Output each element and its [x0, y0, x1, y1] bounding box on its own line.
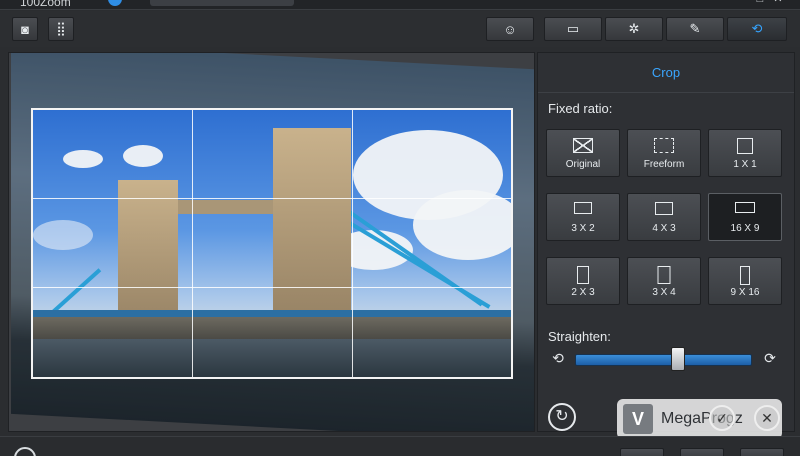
ratio-3x4-icon: [657, 266, 671, 284]
edit-icon: ✎: [689, 21, 701, 36]
camera-icon: ◙: [21, 21, 29, 37]
crop-gridline: [352, 110, 353, 377]
title-search-field[interactable]: [150, 0, 294, 6]
photo-cloud: [33, 220, 93, 250]
ratio-label: 4 X 3: [652, 223, 676, 234]
adjust-tool-button[interactable]: ✲: [605, 17, 663, 41]
minimize-button[interactable]: –: [736, 0, 748, 5]
ratio-4x3-button[interactable]: 4 X 3: [627, 193, 701, 241]
crop-rotate-icon: ⟲: [751, 21, 763, 36]
photo-quay: [33, 317, 511, 339]
square-ratio-icon: [737, 138, 753, 154]
ratio-label: 1 X 1: [733, 159, 757, 170]
ratio-3x2-icon: [574, 202, 592, 214]
straighten-slider[interactable]: [575, 354, 752, 366]
ratio-label: 3 X 4: [652, 287, 676, 298]
help-icon[interactable]: [108, 0, 122, 6]
straighten-label: Straighten:: [548, 329, 611, 344]
ratio-1x1-button[interactable]: 1 X 1: [708, 129, 782, 177]
photo-cloud: [123, 145, 163, 167]
ratio-original-button[interactable]: Original: [546, 129, 620, 177]
rotate-left-icon[interactable]: ⟲: [550, 350, 566, 370]
close-button[interactable]: ✕: [772, 0, 784, 5]
straighten-slider-thumb[interactable]: [670, 347, 685, 371]
adjust-icon: ✲: [628, 21, 640, 36]
toolbar: ◙ ⣿ ☺ ▭ ✲ ✎ ⟲: [0, 11, 800, 47]
ratio-4x3-icon: [655, 202, 673, 215]
display-tool-button[interactable]: ▭: [544, 17, 602, 41]
ratio-label: Original: [565, 159, 601, 170]
image-canvas[interactable]: [8, 52, 535, 432]
ratio-9x16-button[interactable]: 9 X 16: [708, 257, 782, 305]
monitor-icon: ▭: [566, 21, 580, 36]
cancel-button[interactable]: ✕: [754, 405, 780, 431]
fixed-ratio-label: Fixed ratio:: [548, 101, 613, 116]
edit-tool-button[interactable]: ✎: [666, 17, 724, 41]
title-bar: 100Zoom – □ ✕: [0, 0, 800, 10]
maximize-button[interactable]: □: [754, 0, 766, 5]
crop-gridline: [192, 110, 193, 377]
photo-cloud: [413, 190, 511, 260]
crop-panel: Crop Fixed ratio: Original Freeform 1 X …: [537, 52, 795, 432]
photo-water: [33, 339, 511, 377]
ratio-2x3-icon: [577, 266, 589, 284]
crop-tool-button[interactable]: ⟲: [727, 17, 787, 41]
photo-cloud: [63, 150, 103, 168]
face-icon: ☺: [503, 21, 517, 37]
ratio-label: 16 X 9: [730, 223, 760, 234]
ratio-label: 2 X 3: [571, 287, 595, 298]
original-ratio-icon: [573, 138, 593, 153]
camera-button[interactable]: ◙: [12, 17, 38, 41]
grid-icon: ⣿: [56, 21, 66, 36]
reset-rotation-button[interactable]: ↻: [548, 403, 576, 431]
ratio-16x9-icon: [735, 202, 755, 213]
rotate-right-icon[interactable]: ⟳: [762, 350, 778, 370]
crop-frame[interactable]: [31, 108, 513, 379]
ratio-freeform-button[interactable]: Freeform: [627, 129, 701, 177]
ratio-9x16-icon: [740, 266, 750, 285]
apply-button[interactable]: ✓: [709, 405, 735, 431]
face-tool-button[interactable]: ☺: [486, 17, 534, 41]
freeform-ratio-icon: [654, 138, 674, 153]
crop-gridline: [33, 198, 511, 199]
ratio-2x3-button[interactable]: 2 X 3: [546, 257, 620, 305]
bottom-action-button[interactable]: [680, 448, 724, 456]
ratio-label: 9 X 16: [730, 287, 760, 298]
bottom-action-button[interactable]: [620, 448, 664, 456]
tab-crop[interactable]: Crop: [538, 53, 794, 93]
ratio-label: 3 X 2: [571, 223, 595, 234]
ratio-16x9-button[interactable]: 16 X 9: [708, 193, 782, 241]
grid-view-button[interactable]: ⣿: [48, 17, 74, 41]
ratio-label: Freeform: [643, 159, 685, 170]
watermark-logo: V: [623, 404, 653, 434]
crop-gridline: [33, 287, 511, 288]
app-title: 100Zoom: [20, 0, 71, 9]
bottom-action-button[interactable]: [740, 448, 784, 456]
ratio-3x4-button[interactable]: 3 X 4: [627, 257, 701, 305]
ratio-3x2-button[interactable]: 3 X 2: [546, 193, 620, 241]
